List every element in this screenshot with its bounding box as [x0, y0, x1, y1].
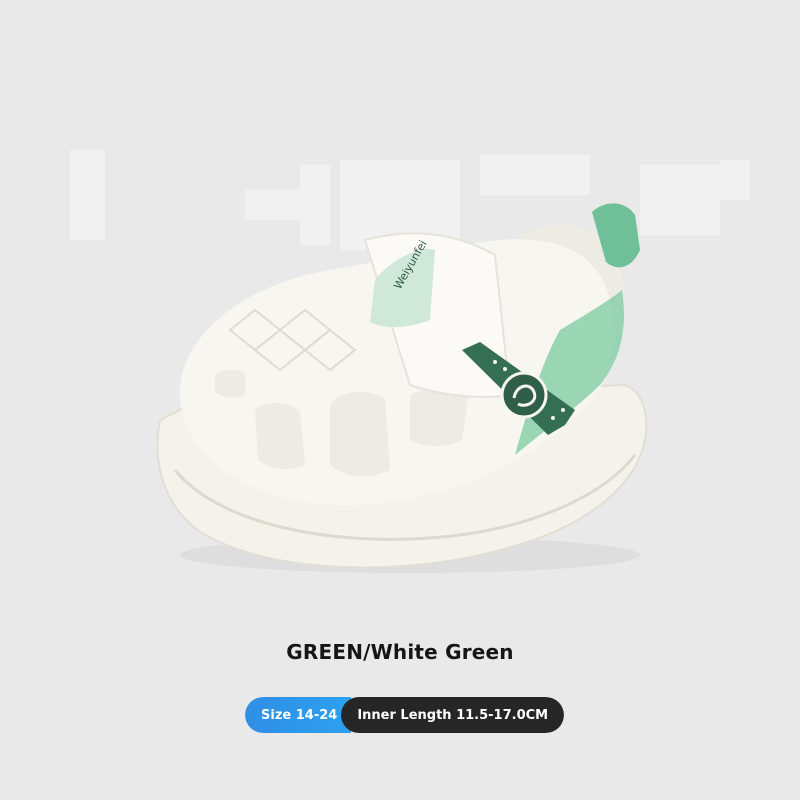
size-range-badge: Size 14-24	[245, 697, 352, 733]
inner-length-badge: Inner Length 11.5-17.0CM	[341, 697, 565, 733]
side-cutout-2	[255, 402, 305, 470]
toe-cutout	[215, 369, 246, 398]
side-cutout-3	[410, 388, 468, 446]
product-image: Weiyunfei	[70, 150, 750, 573]
product-card: Weiyunfei GREEN/White Green Size 14-24 I…	[0, 0, 800, 800]
size-info-pill: Size 14-24 Inner Length 11.5-17.0CM	[245, 697, 565, 733]
side-cutout-1	[330, 391, 390, 477]
variant-title: GREEN/White Green	[286, 640, 514, 664]
